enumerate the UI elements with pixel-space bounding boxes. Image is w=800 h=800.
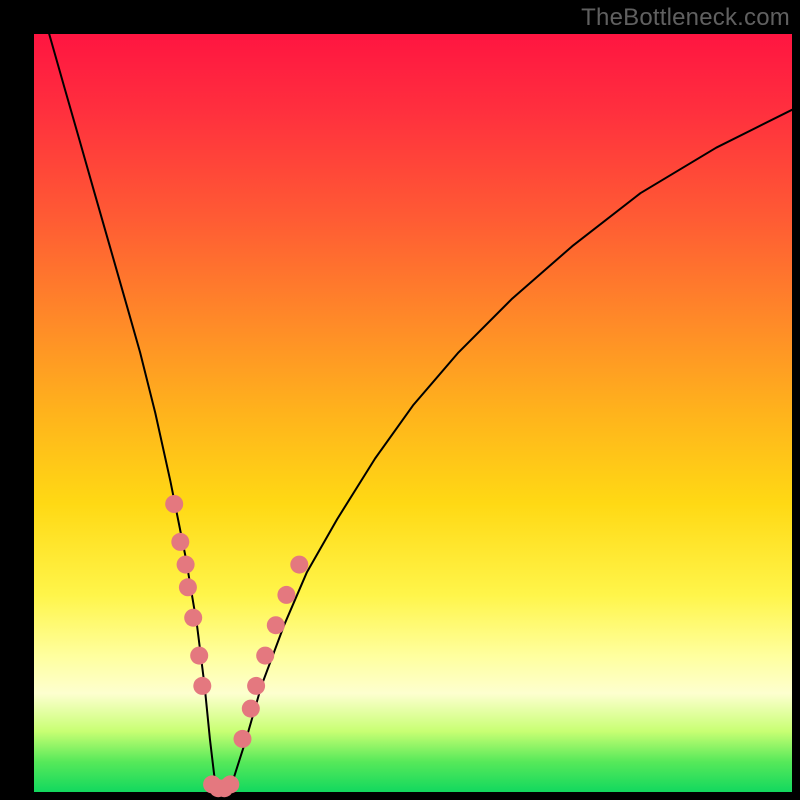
chart-svg: [34, 34, 792, 792]
sample-dot: [234, 730, 252, 748]
chart-frame: TheBottleneck.com: [0, 0, 800, 800]
bottleneck-curve: [49, 34, 792, 792]
sample-dot: [256, 647, 274, 665]
watermark-text: TheBottleneck.com: [581, 4, 790, 32]
sample-dot: [165, 495, 183, 513]
sample-dot: [184, 609, 202, 627]
gradient-plot-area: [34, 34, 792, 792]
sample-dot: [177, 556, 195, 574]
sample-dot: [193, 677, 211, 695]
sample-dot: [267, 616, 285, 634]
sample-dot: [277, 586, 295, 604]
sample-dots-group: [165, 495, 308, 797]
sample-dot: [247, 677, 265, 695]
sample-dot: [179, 578, 197, 596]
sample-dot: [242, 700, 260, 718]
sample-dot: [290, 556, 308, 574]
sample-dot: [171, 533, 189, 551]
sample-dot: [221, 775, 239, 793]
sample-dot: [190, 647, 208, 665]
